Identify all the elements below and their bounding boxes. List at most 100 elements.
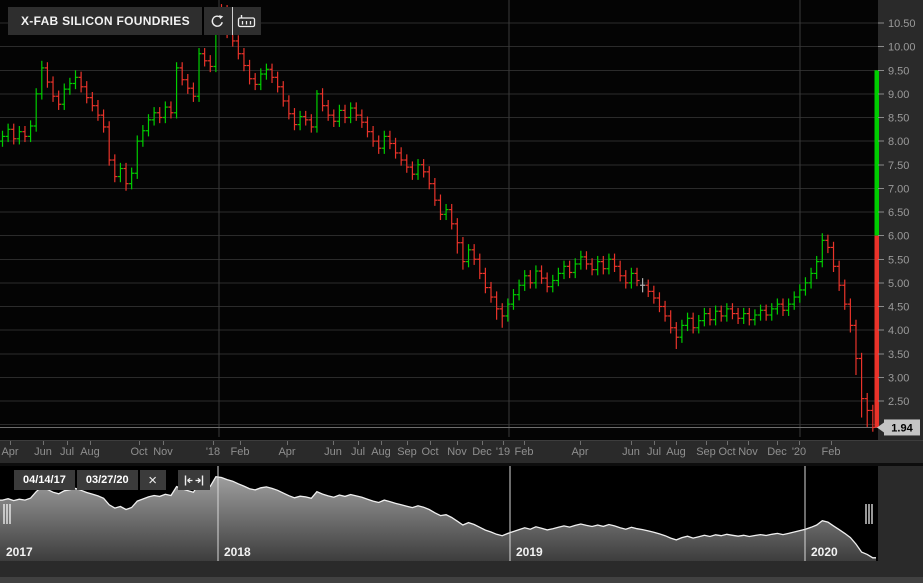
time-tick — [358, 441, 359, 445]
time-tick-label: Apr — [571, 446, 589, 458]
time-axis[interactable]: Apr Jun Jul Aug Oct Nov '18 Feb Apr Jun Jul Aug Sep O… — [0, 440, 923, 463]
time-tick — [524, 441, 525, 445]
price-chart[interactable]: 10.50 10.00 9.50 9.00 8.50 8.00 7.50 7.00 6.50 6.… — [0, 0, 923, 440]
time-tick — [163, 441, 164, 445]
price-tick-label: 9.50 — [888, 65, 909, 77]
time-tick — [482, 441, 483, 445]
bottom-scroll-track[interactable] — [0, 577, 923, 583]
price-tick-label: 5.50 — [888, 254, 909, 266]
time-tick — [430, 441, 431, 445]
navigator-year-label: 2020 — [811, 545, 838, 559]
edge-down-bar — [874, 235, 879, 428]
time-tick — [407, 441, 408, 445]
price-tick-label: 10.00 — [888, 42, 916, 54]
time-tick — [727, 441, 728, 445]
refresh-button[interactable] — [204, 7, 232, 35]
chart-plot-background[interactable] — [0, 0, 878, 440]
edge-up-bar — [874, 70, 879, 236]
time-tick-label: Feb — [514, 446, 534, 458]
time-tick — [831, 441, 832, 445]
refresh-icon — [212, 14, 224, 27]
time-tick — [676, 441, 677, 445]
time-tick — [213, 441, 214, 445]
navigator-year-label: 2017 — [6, 545, 33, 559]
time-tick-label: Jul — [350, 446, 366, 458]
navigator-right-margin — [878, 466, 923, 561]
time-tick-label: Dec — [472, 446, 492, 458]
time-tick-label: Jul — [646, 446, 662, 458]
price-tick-label: 4.00 — [888, 325, 909, 337]
price-tick-label: 7.50 — [888, 160, 909, 172]
last-price-label: 1.94 — [891, 422, 913, 434]
price-tick-label: 3.00 — [888, 372, 909, 384]
time-tick-label: Jun — [34, 446, 52, 458]
instrument-title: X-FAB SILICON FOUNDRIES — [21, 14, 190, 28]
time-tick — [67, 441, 68, 445]
navigator-year-label: 2019 — [516, 545, 543, 559]
price-tick-label: 2.50 — [888, 396, 909, 408]
time-tick — [90, 441, 91, 445]
time-tick-label: Sep — [696, 446, 716, 458]
time-tick — [287, 441, 288, 445]
time-tick — [654, 441, 655, 445]
time-tick-label: Nov — [738, 446, 758, 458]
price-tick-label: 5.00 — [888, 278, 909, 290]
fit-range-icon — [184, 475, 203, 485]
price-tick-label: 10.50 — [888, 18, 916, 30]
time-tick-label: Feb — [821, 446, 841, 458]
time-tick — [333, 441, 334, 445]
time-tick-label: Nov — [153, 446, 173, 458]
price-tick-label: 7.00 — [888, 183, 909, 195]
time-tick — [457, 441, 458, 445]
time-tick — [580, 441, 581, 445]
time-tick-label: Jun — [622, 446, 640, 458]
price-tick-label: 8.50 — [888, 113, 909, 125]
price-tick-label: 3.50 — [888, 349, 909, 361]
time-tick-label: Jul — [59, 446, 75, 458]
time-tick — [631, 441, 632, 445]
price-tick-label: 6.50 — [888, 207, 909, 219]
range-close-button[interactable]: × — [139, 470, 166, 490]
time-tick-label: Apr — [1, 446, 19, 458]
time-tick-label: Oct — [718, 446, 736, 458]
time-tick-label: Feb — [230, 446, 250, 458]
range-start-input[interactable]: 04/14/17 — [14, 470, 75, 490]
time-tick — [10, 441, 11, 445]
time-tick-label: Oct — [421, 446, 439, 458]
navigator-year-label: 2018 — [224, 545, 251, 559]
time-tick — [43, 441, 44, 445]
time-tick — [240, 441, 241, 445]
time-tick-label: Nov — [447, 446, 467, 458]
instrument-toolbar: X-FAB SILICON FOUNDRIES — [8, 7, 261, 35]
time-tick-label: Oct — [130, 446, 148, 458]
time-tick — [381, 441, 382, 445]
price-tick-label: 8.00 — [888, 136, 909, 148]
price-tick-label: 4.50 — [888, 302, 909, 314]
time-tick — [748, 441, 749, 445]
time-tick — [777, 441, 778, 445]
price-tick-label: 6.00 — [888, 231, 909, 243]
time-tick-label: Dec — [767, 446, 787, 458]
time-tick — [503, 441, 504, 445]
time-tick-label: Aug — [371, 446, 391, 458]
price-tick-label: 9.00 — [888, 89, 909, 101]
range-end-input[interactable]: 03/27/20 — [76, 470, 138, 490]
instrument-title-box[interactable]: X-FAB SILICON FOUNDRIES — [8, 7, 202, 35]
time-tick — [799, 441, 800, 445]
time-tick-label: Sep — [397, 446, 417, 458]
trading-chart-window: 10.50 10.00 9.50 9.00 8.50 8.00 7.50 7.00 6.50 6.… — [0, 0, 923, 583]
fit-range-button[interactable] — [177, 470, 210, 490]
indicator-panel-icon — [238, 15, 256, 28]
time-tick — [139, 441, 140, 445]
time-tick-label: Aug — [80, 446, 100, 458]
time-tick-label: Jun — [324, 446, 342, 458]
time-tick-label: '18 — [205, 446, 221, 458]
time-tick-label: Apr — [278, 446, 296, 458]
time-tick — [706, 441, 707, 445]
toolbar-icons — [203, 7, 261, 35]
indicator-panel-button[interactable] — [233, 7, 261, 35]
time-tick-label: '20 — [791, 446, 807, 458]
time-tick-label: '19 — [495, 446, 511, 458]
time-tick-label: Aug — [666, 446, 686, 458]
range-controls: 04/14/17 03/27/20 × — [14, 470, 210, 490]
